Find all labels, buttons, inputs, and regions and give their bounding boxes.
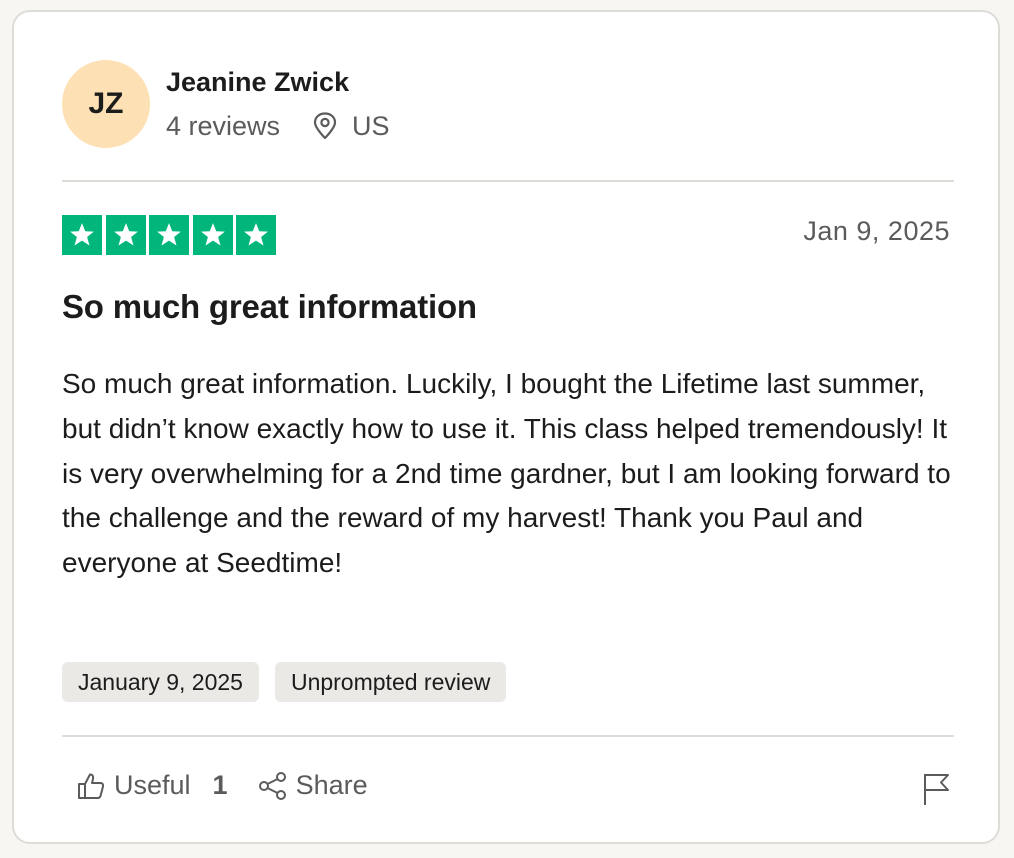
- avatar[interactable]: JZ: [62, 60, 150, 148]
- thumbs-up-icon: [78, 773, 105, 799]
- consumer-header: JZ Jeanine Zwick 4 reviews US: [62, 60, 390, 148]
- review-card: JZ Jeanine Zwick 4 reviews US Jan 9, 202…: [12, 10, 1000, 844]
- star-rating: [62, 215, 280, 255]
- review-actions: Useful 1 Share: [76, 770, 368, 801]
- divider: [62, 735, 954, 737]
- reviews-count: 4 reviews: [166, 111, 281, 141]
- star-icon: [200, 223, 225, 246]
- review-body: So much great information. Luckily, I bo…: [62, 368, 951, 579]
- share-button[interactable]: Share: [258, 770, 368, 801]
- unprompted-review-tag[interactable]: Unprompted review: [274, 662, 507, 702]
- useful-label: Useful: [114, 770, 191, 800]
- location-pin-icon: [313, 112, 337, 140]
- date-of-experience-tag: January 9, 2025: [62, 662, 259, 702]
- avatar-initials: JZ: [88, 87, 124, 120]
- review-title[interactable]: So much great information: [62, 288, 477, 326]
- share-icon: [258, 771, 286, 800]
- star-4: [192, 215, 233, 255]
- useful-button[interactable]: Useful 1: [76, 770, 228, 801]
- country: US: [352, 111, 390, 141]
- consumer-meta: 4 reviews US: [166, 108, 390, 144]
- star-3: [149, 215, 189, 255]
- star-2: [105, 215, 146, 255]
- share-label: Share: [295, 770, 368, 800]
- star-icon: [70, 223, 94, 246]
- report-button[interactable]: [922, 772, 950, 811]
- star-5: [236, 215, 276, 255]
- star-icon: [113, 223, 138, 246]
- consumer-info: Jeanine Zwick 4 reviews US: [166, 64, 390, 144]
- review-tags: January 9, 2025 Unprompted review: [62, 662, 522, 702]
- review-date: Jan 9, 2025: [803, 216, 950, 246]
- divider: [62, 180, 954, 182]
- flag-icon: [924, 774, 949, 805]
- star-1: [62, 215, 102, 255]
- star-icon: [157, 223, 181, 246]
- location: US: [312, 108, 390, 144]
- star-icon: [244, 223, 268, 246]
- consumer-name[interactable]: Jeanine Zwick: [166, 64, 390, 100]
- useful-count: 1: [212, 770, 228, 800]
